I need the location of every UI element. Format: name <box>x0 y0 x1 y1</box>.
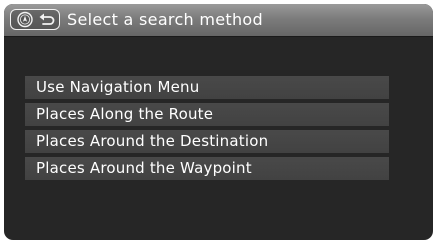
compass-icon <box>17 11 33 28</box>
back-button[interactable] <box>37 11 57 28</box>
menu-item-use-navigation-menu[interactable]: Use Navigation Menu <box>25 76 389 99</box>
search-method-menu: Use Navigation Menu Places Along the Rou… <box>25 76 389 184</box>
back-arrow-icon <box>39 13 55 25</box>
header-button-group <box>10 9 60 30</box>
menu-item-places-along-route[interactable]: Places Along the Route <box>25 103 389 126</box>
page-title: Select a search method <box>67 10 263 29</box>
navigation-screen: Select a search method Use Navigation Me… <box>4 4 433 240</box>
menu-item-places-around-destination[interactable]: Places Around the Destination <box>25 130 389 153</box>
header-bar: Select a search method <box>4 4 433 37</box>
menu-item-places-around-waypoint[interactable]: Places Around the Waypoint <box>25 157 389 180</box>
navigation-home-button[interactable] <box>14 11 36 28</box>
